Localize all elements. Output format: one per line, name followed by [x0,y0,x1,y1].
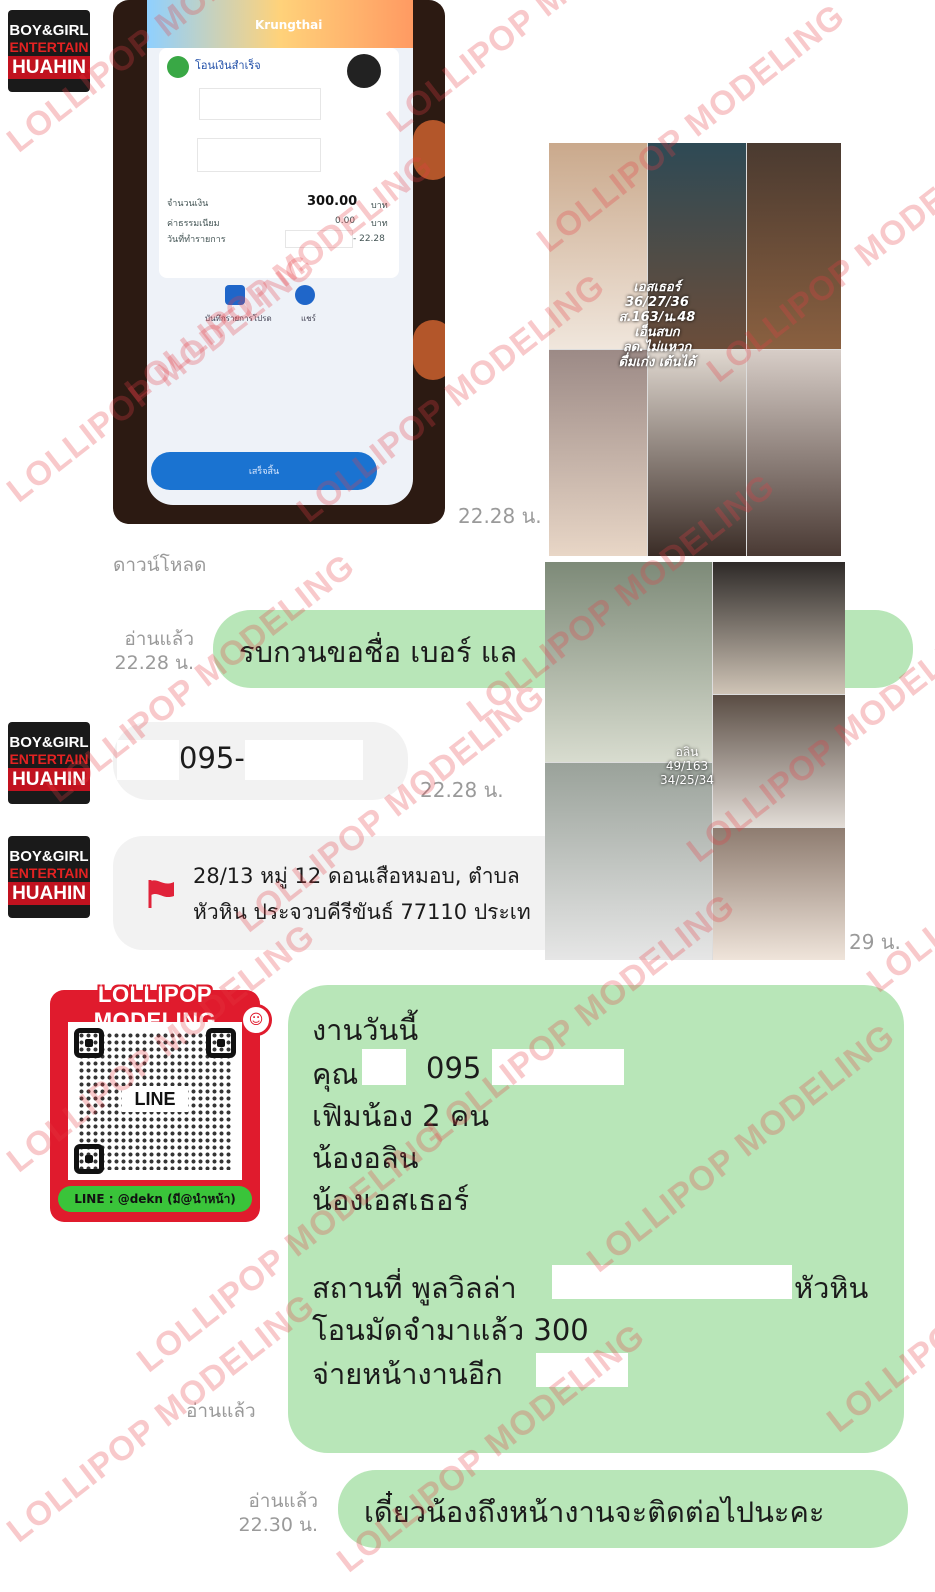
phone-screen: Krungthai โอนเงินสำเร็จ จำนวนเงิน 300.00… [147,0,413,505]
save-label: บันทึกรายการโปรด [205,314,272,323]
contact-avatar[interactable]: BOY&GIRL ENTERTAIN HUAHIN [8,836,90,918]
download-link[interactable]: ดาวน์โหลด [113,550,206,580]
smile-icon: ☺ [240,1004,272,1036]
label-fee: ค่าธรรมเนียม [167,219,220,229]
share-icon [295,285,315,305]
label-amount: จำนวนเงิน [167,199,209,209]
location-bubble[interactable]: 28/13 หมู่ 12 ดอนเสือหมอบ, ตำบล หัวหิน ป… [113,836,573,950]
read-receipt: อ่านแล้ว [186,1400,256,1422]
avatar-text: ENTERTAIN [9,39,89,55]
fee-value: 0.00 [335,216,356,226]
transfer-status: โอนเงินสำเร็จ [195,59,261,72]
line-id-label: LINE : @dekn (มี@นำหน้า) [58,1186,252,1212]
message-time: 22.28 น. [458,504,542,528]
avatar-text: BOY&GIRL [9,848,89,865]
bank-logo-icon [347,54,381,88]
qr-line-word: LINE [122,1086,188,1112]
summary-line: งานวันนี้ [312,1013,419,1047]
summary-line: น้องอลิน [312,1141,419,1175]
profile-photo-collage[interactable]: เอสเธอร์ 36/27/36 ส.163/น.48 เอ็นสบก ลด.… [549,143,841,556]
message-text: เดี๋ยวน้องถึงหน้างานจะติดต่อไปนะคะ [364,1495,825,1529]
profile-photo-collage[interactable]: อลิน 49/163 34/25/34 [545,562,845,960]
summary-line: สถานที่ พูลวิลล่า [312,1271,517,1305]
summary-line: จ่ายหน้างานอีก [312,1357,503,1391]
contact-avatar[interactable]: BOY&GIRL ENTERTAIN HUAHIN [8,722,90,804]
message-bubble-outgoing[interactable]: เดี๋ยวน้องถึงหน้างานจะติดต่อไปนะคะ [338,1470,908,1548]
message-time: 22.30 น. [238,1513,318,1536]
summary-line: เฟิมน้อง 2 คน [312,1099,490,1133]
share-label: แชร์ [301,314,316,323]
message-text: รบกวนขอชื่อ เบอร์ แล [239,635,518,669]
read-label: อ่านแล้ว [248,1490,318,1512]
label-date: วันที่ทำรายการ [167,235,226,245]
message-time: 22.28 น. [420,778,504,802]
photo-caption: อลิน 49/163 34/25/34 [660,745,714,787]
address-line: หัวหิน ประจวบคีรีขันธ์ 77110 ประเท [193,900,531,924]
photo-caption: เอสเธอร์ 36/27/36 ส.163/น.48 เอ็นสบก ลด.… [618,280,696,370]
address-line: 28/13 หมู่ 12 ดอนเสือหมอบ, ตำบล [193,864,520,888]
avatar-text: HUAHIN [8,56,90,79]
avatar-text: HUAHIN [8,882,90,905]
amount-unit: บาท [371,201,388,211]
fee-unit: บาท [371,219,388,229]
summary-line: หัวหิน [794,1271,869,1305]
location-flag-icon [148,880,174,908]
bookmark-icon [225,285,245,305]
transfer-time: - 22.28 [353,234,385,244]
line-qr-card[interactable]: LOLLIPOP MODELING ☺ LINE LINE : @dekn (ม… [50,982,272,1222]
avatar-text: BOY&GIRL [9,22,89,39]
avatar-text: HUAHIN [8,768,90,791]
summary-line: 095 [426,1051,482,1085]
message-bubble-incoming[interactable]: 095- [113,722,408,800]
avatar-text: ENTERTAIN [9,751,89,767]
phone-number-text: 095- [179,741,245,775]
bank-name: Krungthai [255,18,323,32]
summary-line: น้องเอสเธอร์ [312,1183,470,1217]
message-bubble-outgoing[interactable]: งานวันนี้ คุณ 095 เฟิมน้อง 2 คน น้องอลิน… [288,985,904,1453]
message-time: 22.28 น. [114,651,194,674]
transfer-card: โอนเงินสำเร็จ จำนวนเงิน 300.00 บาท ค่าธร… [159,48,399,278]
avatar-text: ENTERTAIN [9,865,89,881]
read-receipt: อ่านแล้ว 22.30 น. [224,1490,318,1538]
transfer-slip-image[interactable]: Krungthai โอนเงินสำเร็จ จำนวนเงิน 300.00… [113,0,445,524]
read-label: อ่านแล้ว [124,628,194,650]
summary-line: โอนมัดจำมาแล้ว 300 [312,1313,589,1347]
transfer-amount: 300.00 [307,194,358,209]
read-receipt: อ่านแล้ว 22.28 น. [100,628,194,676]
avatar-text: BOY&GIRL [9,734,89,751]
watermark-text: LOLLIPOP MODELING [860,737,935,1000]
qr-code: LINE [68,1022,242,1180]
contact-avatar[interactable]: BOY&GIRL ENTERTAIN HUAHIN [8,10,90,92]
summary-line: คุณ [312,1057,359,1091]
done-button: เสร็จสิ้น [151,452,377,490]
message-time: 29 น. [849,930,901,954]
success-check-icon [167,56,189,78]
